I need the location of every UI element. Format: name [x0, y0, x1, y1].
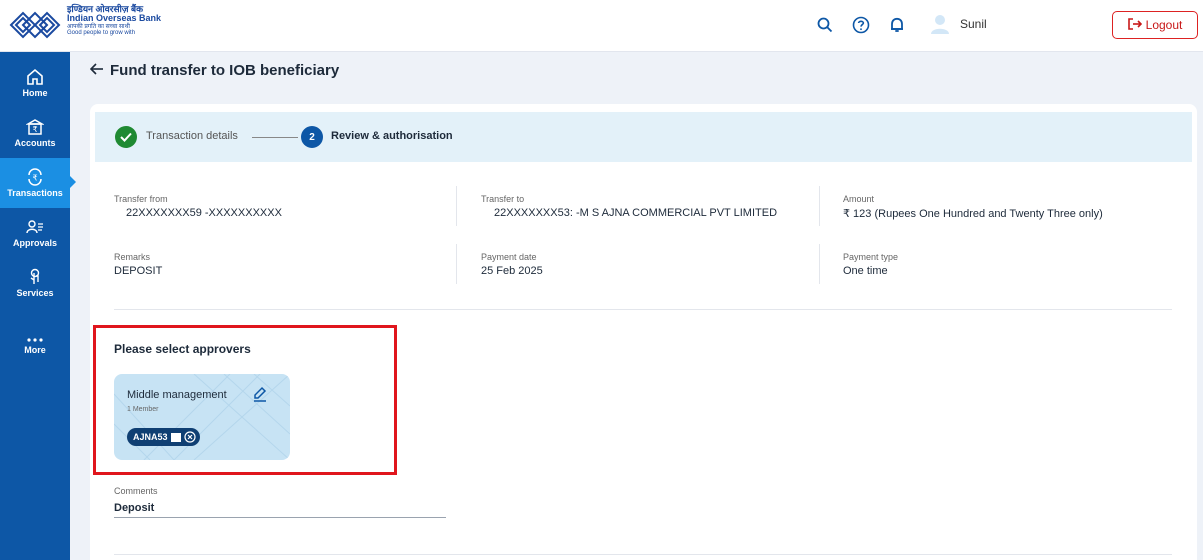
comments-label: Comments [114, 486, 158, 496]
user-avatar-icon[interactable] [928, 12, 952, 36]
sidebar-item-accounts[interactable]: ₹ Accounts [0, 108, 70, 158]
svg-text:₹: ₹ [32, 125, 37, 134]
sidebar-item-label: Services [16, 288, 54, 298]
logout-icon [1127, 17, 1142, 33]
svg-text:₹: ₹ [32, 174, 37, 183]
stepper: Transaction details 2 Review & authorisa… [95, 112, 1192, 162]
highlight-box [93, 325, 397, 475]
payment-date-value: 25 Feb 2025 [481, 265, 543, 277]
page-title-text: Fund transfer to IOB beneficiary [110, 62, 340, 79]
sidebar-item-label: Home [22, 88, 48, 98]
amount-label: Amount [843, 194, 875, 204]
divider [819, 186, 820, 226]
rupee-exchange-icon: ₹ [28, 168, 42, 186]
help-icon[interactable] [850, 14, 872, 36]
user-name[interactable]: Sunil [960, 17, 987, 31]
home-icon [27, 68, 43, 85]
sidebar-item-approvals[interactable]: Approvals [0, 208, 70, 258]
tagline-english: Good people to grow with [67, 30, 136, 37]
divider [819, 244, 820, 284]
sidebar-item-home[interactable]: Home [0, 58, 70, 108]
transfer-from-label: Transfer from [114, 194, 168, 204]
bank-name: इण्डियन ओवरसीज़ बैंक Indian Overseas Ban… [67, 4, 162, 37]
back-arrow-icon[interactable] [89, 62, 104, 79]
bell-icon[interactable] [886, 14, 908, 36]
payment-type-value: One time [843, 265, 888, 277]
hand-tap-icon [30, 268, 40, 284]
active-indicator [70, 176, 76, 188]
step-transaction-details[interactable]: Transaction details [146, 130, 238, 142]
bank-icon: ₹ [26, 119, 44, 135]
step-number-badge: 2 [301, 126, 323, 148]
more-dots-icon [27, 338, 43, 342]
step-connector [252, 137, 298, 138]
remarks-label: Remarks [114, 252, 151, 262]
sidebar-item-label: More [24, 345, 46, 355]
logout-button[interactable]: Logout [1112, 11, 1198, 39]
amount-value: ₹ 123 (Rupees One Hundred and Twenty Thr… [843, 208, 1103, 220]
sidebar-item-label: Transactions [7, 188, 63, 198]
transfer-to-value: 22XXXXXXX53: -M S AJNA COMMERCIAL PVT LI… [494, 207, 778, 219]
comments-input[interactable] [114, 498, 446, 518]
top-header: इण्डियन ओवरसीज़ बैंक Indian Overseas Ban… [0, 0, 1203, 52]
iob-logo[interactable] [8, 4, 62, 46]
sidebar-item-transactions[interactable]: ₹ Transactions [0, 158, 76, 208]
section-divider [114, 309, 1172, 310]
remarks-value: DEPOSIT [114, 265, 163, 277]
sidebar-item-label: Approvals [12, 238, 57, 248]
sidebar-item-label: Accounts [14, 138, 56, 148]
sidebar-item-more[interactable]: More [0, 326, 70, 366]
sidebar-item-services[interactable]: Services [0, 258, 70, 308]
bank-name-english: Indian Overseas Bank [67, 13, 162, 24]
step-complete-check-icon [115, 126, 137, 148]
payment-type-label: Payment type [843, 252, 899, 262]
divider [456, 186, 457, 226]
section-divider [114, 554, 1172, 555]
divider [456, 244, 457, 284]
transfer-from-value: 22XXXXXXX59 -XXXXXXXXXX [126, 207, 282, 219]
search-icon[interactable] [814, 14, 836, 36]
users-check-icon [26, 220, 43, 234]
transfer-to-label: Transfer to [481, 194, 525, 204]
logout-label: Logout [1145, 18, 1183, 32]
payment-date-label: Payment date [481, 252, 537, 262]
page-title: Fund transfer to IOB beneficiary [89, 62, 340, 79]
step-review-authorisation: Review & authorisation [331, 130, 453, 142]
sidebar: Home ₹ Accounts ₹ Transactions Approvals… [0, 52, 76, 560]
